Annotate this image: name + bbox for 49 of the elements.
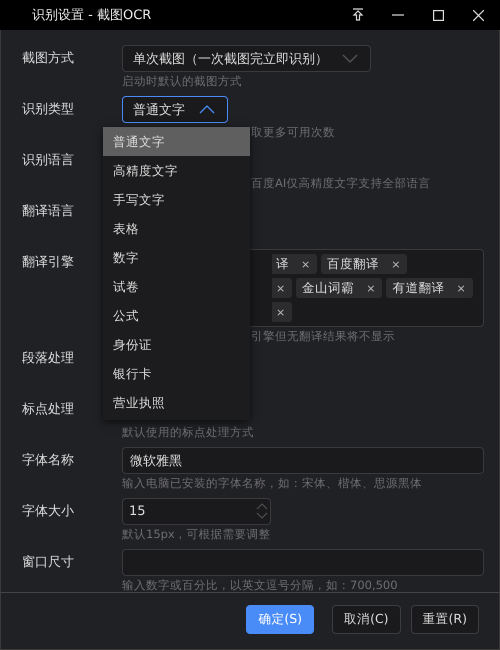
hint-text: 默认15px，可根据需要调整 — [122, 526, 271, 543]
remove-tag-button[interactable]: × — [391, 258, 400, 270]
text-field[interactable] — [122, 549, 484, 576]
remove-tag-button[interactable]: × — [276, 306, 286, 318]
hint-text: 默认使用的标点处理方式 — [122, 424, 254, 441]
menu-option[interactable]: 营业执照 — [103, 388, 250, 417]
menu-option[interactable]: 银行卡 — [103, 359, 250, 388]
number-field[interactable]: 15 — [122, 498, 271, 525]
field-label: 字体名称 — [22, 452, 74, 470]
field-label: 截图方式 — [22, 50, 74, 68]
remove-tag-button[interactable]: × — [366, 282, 376, 294]
close-icon — [472, 10, 484, 20]
pin-up-icon — [352, 8, 364, 22]
remove-tag-button[interactable]: × — [276, 282, 286, 294]
field-label: 标点处理 — [22, 401, 74, 419]
field-label: 字体大小 — [22, 503, 74, 521]
hint-text: 取更多可用次数 — [251, 124, 335, 141]
menu-option[interactable]: 普通文字 — [103, 127, 250, 156]
hint-text: 输入电脑已安装的字体名称，如：宋体、楷体、思源黑体 — [122, 475, 422, 492]
remove-tag-button[interactable]: × — [301, 258, 310, 270]
field-label: 翻译语言 — [22, 203, 74, 221]
hint-text: 输入数字或百分比，以英文逗号分隔，如：700,500 — [122, 577, 398, 592]
hint-text: 百度AI仅高精度文字支持全部语言 — [251, 175, 430, 192]
dialog-button[interactable]: 取消(C) — [332, 605, 401, 634]
menu-option[interactable]: 表格 — [103, 214, 250, 243]
menu-option[interactable]: 高精度文字 — [103, 156, 250, 185]
hint-text: 引擎但无翻译结果将不显示 — [251, 328, 395, 345]
tag-text: 金山词霸 — [302, 280, 354, 296]
dropdown-select[interactable]: 普通文字 — [122, 96, 228, 123]
hint-text: 启动时默认的截图方式 — [122, 73, 242, 90]
field-label: 识别类型 — [22, 101, 74, 119]
text-field[interactable]: 微软雅黑 — [122, 447, 484, 474]
tag-text: 译 — [276, 256, 289, 272]
field-label: 窗口尺寸 — [22, 554, 74, 572]
minimize-icon — [392, 14, 404, 16]
dialog-button[interactable]: 重置(R) — [410, 605, 479, 634]
remove-tag-button[interactable]: × — [456, 282, 466, 294]
maximize-icon — [432, 10, 444, 20]
window-title: 识别设置 - 截图OCR — [32, 7, 152, 24]
field-label: 段落处理 — [22, 350, 74, 368]
tag-text: 百度翻译 — [327, 256, 380, 272]
dropdown-select[interactable]: 单次截图（一次截图完立即识别） — [122, 45, 371, 72]
menu-option[interactable]: 手写文字 — [103, 185, 250, 214]
chevron-icon — [199, 105, 215, 114]
chevron-icon — [342, 54, 358, 63]
menu-option[interactable]: 身份证 — [103, 330, 250, 359]
tag-text: 有道翻译 — [392, 280, 444, 296]
field-label: 翻译引擎 — [22, 254, 74, 272]
field-label: 识别语言 — [22, 152, 74, 170]
